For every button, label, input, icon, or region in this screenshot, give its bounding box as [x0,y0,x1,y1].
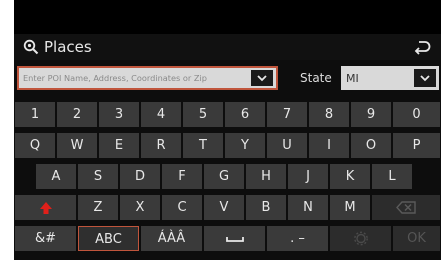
key-o[interactable]: O [351,133,391,158]
key-m[interactable]: M [330,195,370,220]
key-c[interactable]: C [162,195,202,220]
dot-dash-key[interactable]: . – [267,226,328,251]
key-z[interactable]: Z [78,195,118,220]
key-7[interactable]: 7 [267,102,307,127]
page-title: Places [44,38,92,56]
search-icon [23,39,39,55]
key-l[interactable]: L [372,164,412,189]
backspace-icon [372,195,440,220]
shift-arrow-icon [15,195,76,220]
abc-key[interactable]: ABC [78,226,139,251]
key-k[interactable]: K [330,164,370,189]
key-s[interactable]: S [78,164,118,189]
backspace-key[interactable] [372,195,440,220]
gear-icon [330,226,391,251]
key-d[interactable]: D [120,164,160,189]
chevron-down-icon[interactable] [251,70,273,86]
space-bar-icon [204,226,265,251]
symbols-key[interactable]: &# [15,226,76,251]
key-a[interactable]: A [36,164,76,189]
poi-search-input[interactable]: Enter POI Name, Address, Coordinates or … [17,66,278,90]
state-label: State [300,71,332,85]
accents-key[interactable]: ÁÀÂ [141,226,202,251]
places-screen: Places Enter POI Name, Address, Coordina… [14,0,441,260]
chevron-down-icon[interactable] [414,69,436,87]
key-g[interactable]: G [204,164,244,189]
key-q[interactable]: Q [15,133,55,158]
shift-key[interactable] [15,195,76,220]
key-r[interactable]: R [141,133,181,158]
search-row: Enter POI Name, Address, Coordinates or … [14,64,441,94]
key-4[interactable]: 4 [141,102,181,127]
key-t[interactable]: T [183,133,223,158]
key-b[interactable]: B [246,195,286,220]
key-5[interactable]: 5 [183,102,223,127]
key-h[interactable]: H [246,164,286,189]
key-x[interactable]: X [120,195,160,220]
space-key[interactable] [204,226,265,251]
key-e[interactable]: E [99,133,139,158]
key-j[interactable]: J [288,164,328,189]
key-3[interactable]: 3 [99,102,139,127]
search-placeholder: Enter POI Name, Address, Coordinates or … [23,73,207,83]
key-9[interactable]: 9 [351,102,391,127]
state-value: MI [346,72,359,85]
key-1[interactable]: 1 [15,102,55,127]
key-6[interactable]: 6 [225,102,265,127]
key-u[interactable]: U [267,133,307,158]
key-f[interactable]: F [162,164,202,189]
back-arrow-icon[interactable] [413,39,431,55]
key-y[interactable]: Y [225,133,265,158]
key-w[interactable]: W [57,133,97,158]
key-p[interactable]: P [393,133,440,158]
header-bar: Places [14,34,441,60]
state-select[interactable]: MI [341,66,439,90]
key-8[interactable]: 8 [309,102,349,127]
settings-key[interactable] [330,226,391,251]
key-2[interactable]: 2 [57,102,97,127]
key-0[interactable]: 0 [393,102,440,127]
status-bar [14,0,441,34]
ok-key[interactable]: OK [393,226,440,251]
key-n[interactable]: N [288,195,328,220]
key-i[interactable]: I [309,133,349,158]
key-v[interactable]: V [204,195,244,220]
